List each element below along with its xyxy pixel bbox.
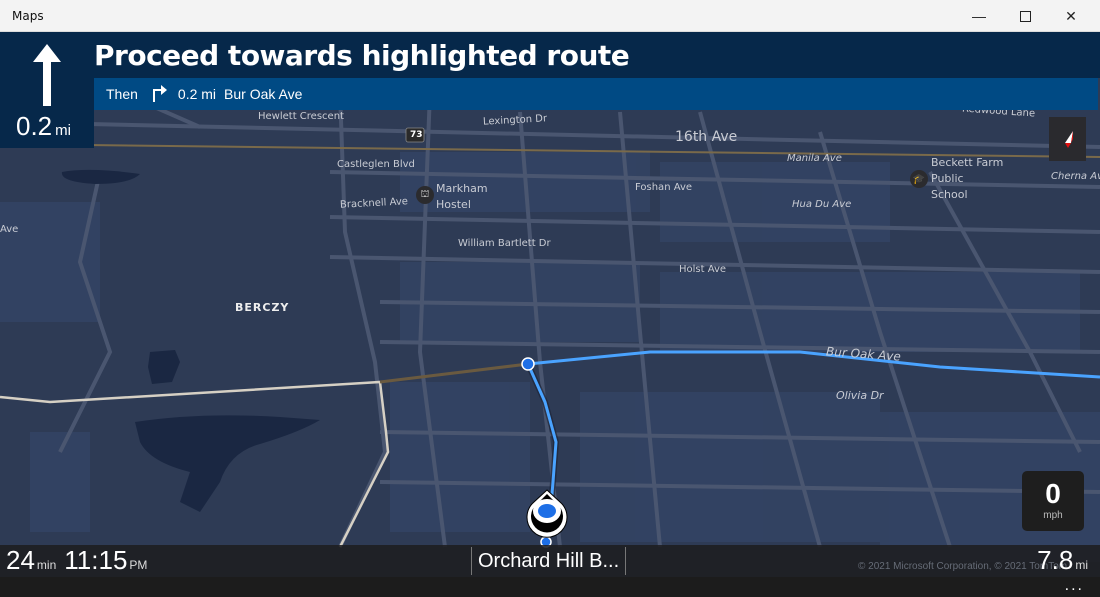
poi-label[interactable]: Public (931, 172, 964, 185)
poi-label[interactable]: School (931, 188, 968, 201)
school-icon[interactable]: 🎓 (910, 170, 928, 188)
street-label: Holst Ave (679, 264, 727, 275)
remaining-distance: 7.8 mi (1037, 545, 1088, 575)
close-icon: ✕ (1065, 7, 1077, 24)
maximize-button[interactable] (1002, 0, 1048, 32)
poi-label[interactable]: Hostel (436, 198, 471, 211)
route-waypoint (521, 357, 535, 371)
instruction-text: Proceed towards highlighted route (94, 39, 630, 72)
street-label: Castleglen Blvd (337, 159, 415, 170)
trip-bar[interactable]: 24 min 11:15 PM Orchard Hill B... © 2021 Mi… (0, 545, 1100, 577)
window-title: Maps (12, 9, 44, 23)
title-bar: Maps — ✕ (0, 0, 1100, 32)
current-street: Orchard Hill B... (471, 547, 627, 575)
street-label: Ave (0, 224, 19, 235)
street-label: Olivia Dr (836, 389, 884, 402)
bed-icon[interactable]: ⛫ (416, 186, 434, 204)
maneuver-panel: 0.2 mi (0, 32, 94, 148)
street-label: 16th Ave (675, 129, 738, 145)
turn-right-icon (150, 83, 168, 106)
speed-unit: mph (1043, 510, 1063, 521)
bottom-command-bar: ... (0, 577, 1100, 597)
neighborhood-label: BERCZY (235, 301, 290, 314)
more-options-button[interactable]: ... (1065, 577, 1084, 595)
speed-value: 0 (1045, 478, 1061, 509)
next-maneuver-bar: Then 0.2 mi Bur Oak Ave (94, 78, 1098, 110)
street-label: Hua Du Ave (792, 199, 852, 210)
map-canvas[interactable]: 73 Hewlett Crescent Lexington Dr 16th Av… (0, 32, 1100, 597)
instruction-banner: Proceed towards highlighted route (94, 32, 1100, 78)
copyright: © 2021 Microsoft Corporation, © 2021 Tom… (858, 561, 1068, 572)
maneuver-distance: 0.2 mi (16, 111, 71, 141)
then-distance: 0.2 mi (177, 86, 217, 102)
arrow-up-icon (33, 44, 61, 106)
street-label: William Bartlett Dr (458, 238, 551, 249)
minimize-icon: — (972, 8, 986, 24)
street-label: Foshan Ave (635, 182, 693, 193)
street-label: Hewlett Crescent (258, 111, 344, 122)
compass-icon (1065, 131, 1073, 148)
speedometer: 0 mph (1022, 471, 1084, 531)
close-button[interactable]: ✕ (1048, 0, 1094, 32)
compass-button[interactable] (1049, 117, 1086, 161)
minimize-button[interactable]: — (956, 0, 1002, 32)
street-label: Manila Ave (787, 153, 842, 164)
poi-label[interactable]: Beckett Farm (931, 156, 1003, 169)
map-graphics (0, 32, 1100, 597)
then-street: Bur Oak Ave (224, 86, 303, 102)
eta: 24 min 11:15 PM (6, 545, 148, 575)
then-label: Then (106, 86, 138, 102)
route-shield-label: 73 (410, 130, 423, 140)
street-label: Cherna Ave (1051, 171, 1100, 182)
poi-label[interactable]: Markham (436, 182, 488, 195)
maximize-icon (1019, 10, 1031, 22)
